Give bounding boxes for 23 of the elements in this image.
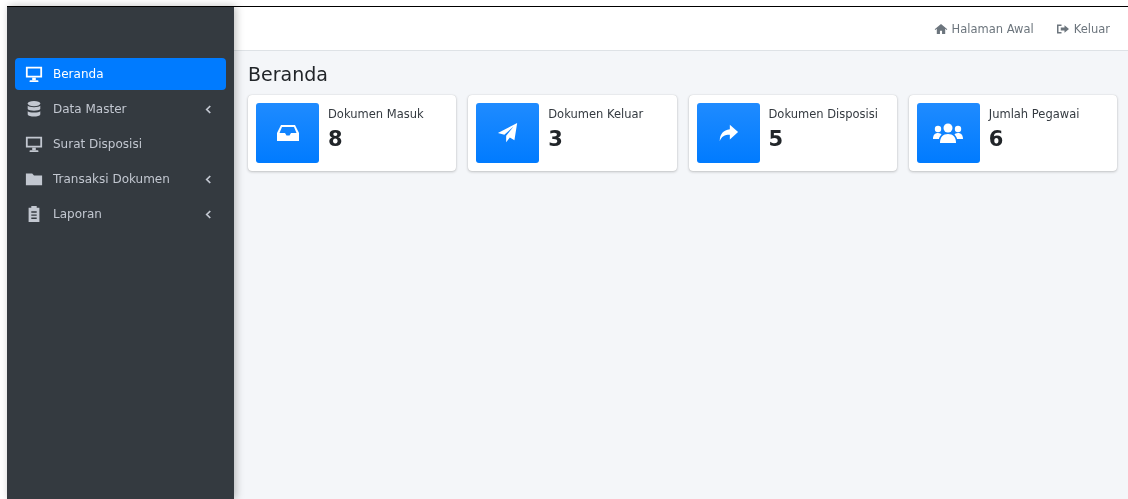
sidebar-item[interactable]: Laporan (15, 198, 226, 230)
stat-label: Dokumen Disposisi (768, 107, 878, 121)
logout-icon (1055, 22, 1070, 35)
stat-value: 8 (328, 127, 344, 151)
monitor-icon (25, 135, 43, 153)
sidebar-item[interactable]: Surat Disposisi (15, 128, 226, 160)
sidebar-item[interactable]: Transaksi Dokumen (15, 163, 226, 195)
page-title: Beranda (248, 63, 329, 85)
stat-label: Jumlah Pegawai (988, 107, 1080, 121)
stat-value: 3 (548, 127, 564, 151)
stat-value: 5 (768, 127, 785, 151)
nav-link[interactable]: Halaman Awal (925, 21, 1042, 36)
stat-value: 6 (988, 127, 1005, 151)
database-icon (25, 100, 43, 118)
monitor-icon (25, 65, 43, 83)
sidebar-item[interactable]: Data Master (15, 93, 226, 125)
home-icon (933, 22, 948, 35)
nav-link[interactable]: Keluar (1047, 21, 1118, 36)
stat-label: Dokumen Keluar (548, 107, 644, 121)
users-icon (931, 122, 966, 144)
sidebar-item[interactable]: Beranda (15, 58, 226, 90)
stat-label: Dokumen Masuk (328, 107, 424, 121)
inbox-icon (275, 122, 300, 144)
